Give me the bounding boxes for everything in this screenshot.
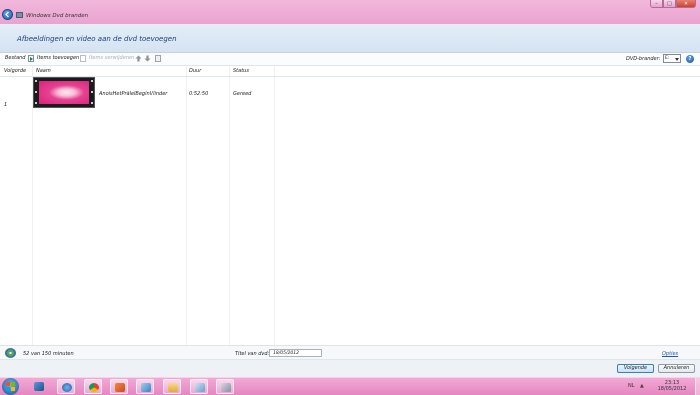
column-header-name[interactable]: Naam <box>36 68 51 74</box>
back-button[interactable] <box>2 9 13 20</box>
language-indicator[interactable]: NL <box>628 383 635 389</box>
show-desktop-button[interactable] <box>695 378 700 395</box>
windows-logo-icon <box>6 382 15 391</box>
dvd-maker-app-icon <box>16 12 23 18</box>
clock-date: 18/05/2012 <box>657 386 687 392</box>
film-sprocket <box>35 91 37 93</box>
chrome-icon <box>89 383 99 392</box>
items-table: Volgorde Naam Duur Status 1 AnoisHetPräl… <box>0 66 700 345</box>
dvd-maker-icon <box>141 383 151 392</box>
folder-icon <box>168 383 178 392</box>
remove-items-icon <box>80 55 86 62</box>
window-titlebar: Windows Dvd branden – □ ✕ <box>0 0 700 24</box>
disc-capacity-icon <box>5 348 16 358</box>
window-controls: – □ ✕ <box>650 0 696 8</box>
dvd-title-label: Titel van dvd: <box>235 351 270 357</box>
row-name: AnoisHetPrälelBeginVlinder <box>99 91 168 97</box>
thumbnail-image <box>39 81 89 104</box>
taskbar-chrome[interactable] <box>84 379 102 394</box>
film-sprocket <box>91 91 93 93</box>
tray-expand-icon[interactable]: ▲ <box>640 383 644 389</box>
window-title: Windows Dvd branden <box>26 13 89 19</box>
taskbar-explorer[interactable] <box>163 379 181 394</box>
add-items-button[interactable]: Items toevoegen <box>37 55 79 61</box>
dvd-burner-select[interactable]: E: <box>663 54 681 63</box>
move-up-icon[interactable] <box>135 55 142 62</box>
row-duration: 0:52:50 <box>189 91 209 97</box>
video-thumbnail <box>33 77 95 108</box>
start-button[interactable] <box>2 378 19 395</box>
wizard-header: Afbeeldingen en video aan de dvd toevoeg… <box>0 24 700 53</box>
taskbar-ie[interactable] <box>57 379 75 394</box>
move-down-icon[interactable] <box>144 55 151 62</box>
taskbar-video-tool[interactable] <box>216 379 234 394</box>
options-link[interactable]: Opties <box>662 351 678 357</box>
minimize-button[interactable]: – <box>650 0 663 8</box>
next-button[interactable]: Volgende <box>617 364 654 373</box>
notepad-icon <box>195 383 205 392</box>
film-sprocket <box>91 80 93 82</box>
taskbar-notepad[interactable] <box>190 379 208 394</box>
back-arrow-icon <box>5 11 9 18</box>
table-row[interactable]: 1 AnoisHetPrälelBeginVlinder 0:52:50 Ger… <box>0 77 700 110</box>
column-header-duration[interactable]: Duur <box>189 68 201 74</box>
film-sprocket <box>35 102 37 104</box>
remove-items-button: Items verwijderen <box>89 55 135 61</box>
film-sprocket <box>91 102 93 104</box>
add-items-icon[interactable] <box>28 55 34 62</box>
media-player-icon <box>34 382 44 391</box>
dvd-burner-label: DVD-brander: <box>626 56 661 62</box>
dvd-burner-value: E: <box>665 56 670 61</box>
column-header-status[interactable]: Status <box>233 68 249 74</box>
dvd-title-input[interactable]: 18/05/2012 <box>269 349 322 357</box>
row-order: 1 <box>4 102 8 108</box>
close-button[interactable]: ✕ <box>676 0 696 8</box>
internet-explorer-icon <box>62 383 72 392</box>
paint-icon <box>115 383 125 392</box>
toolbar: Bestand Items toevoegen Items verwijdere… <box>0 53 700 66</box>
taskbar-media-player[interactable] <box>30 379 48 394</box>
help-icon[interactable]: ? <box>686 55 694 63</box>
file-menu[interactable]: Bestand <box>5 55 25 61</box>
chevron-down-icon <box>675 58 679 61</box>
status-bar: 52 van 150 minuten Titel van dvd: 18/05/… <box>0 345 700 360</box>
taskbar-dvd-maker[interactable] <box>136 379 154 394</box>
table-header: Volgorde Naam Duur Status <box>0 66 700 77</box>
column-header-order[interactable]: Volgorde <box>4 68 26 74</box>
cancel-button[interactable]: Annuleren <box>658 364 695 373</box>
video-tool-icon <box>221 383 231 392</box>
film-sprocket <box>35 80 37 82</box>
maximize-button[interactable]: □ <box>663 0 676 8</box>
taskbar: NL ▲ 23:13 18/05/2012 <box>0 377 700 395</box>
row-status: Gereed <box>233 91 252 97</box>
button-bar: Volgende Annuleren <box>0 359 700 378</box>
capacity-text: 52 van 150 minuten <box>23 351 74 357</box>
properties-icon[interactable] <box>155 55 161 62</box>
taskbar-paint[interactable] <box>110 379 128 394</box>
clock[interactable]: 23:13 18/05/2012 <box>652 380 692 392</box>
page-title: Afbeeldingen en video aan de dvd toevoeg… <box>17 35 177 43</box>
